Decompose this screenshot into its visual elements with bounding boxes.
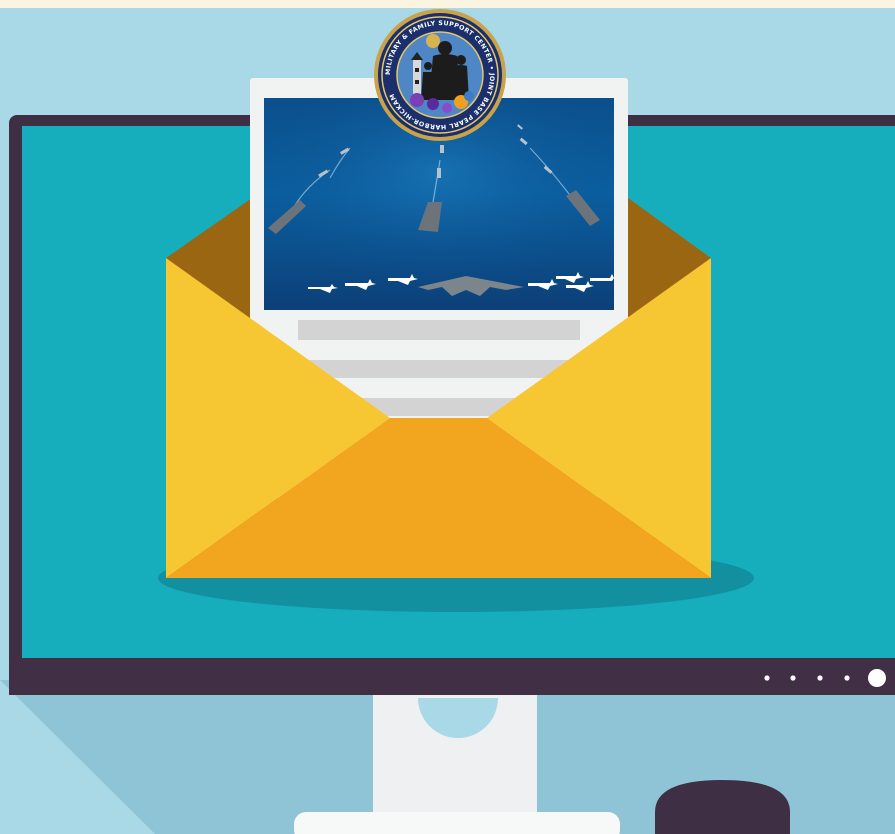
letter-text-line <box>298 360 580 378</box>
mouse <box>655 780 790 834</box>
monitor-chin <box>9 658 895 695</box>
indicator-dot <box>790 675 796 681</box>
indicator-dot <box>764 675 770 681</box>
monitor-stand-base <box>294 812 620 834</box>
indicator-dot <box>844 675 850 681</box>
power-button-icon <box>868 669 886 687</box>
support-center-seal: MILITARY & FAMILY SUPPORT CENTER • JOINT… <box>374 9 506 141</box>
letter-text-line <box>298 320 580 340</box>
indicator-dot <box>817 675 823 681</box>
